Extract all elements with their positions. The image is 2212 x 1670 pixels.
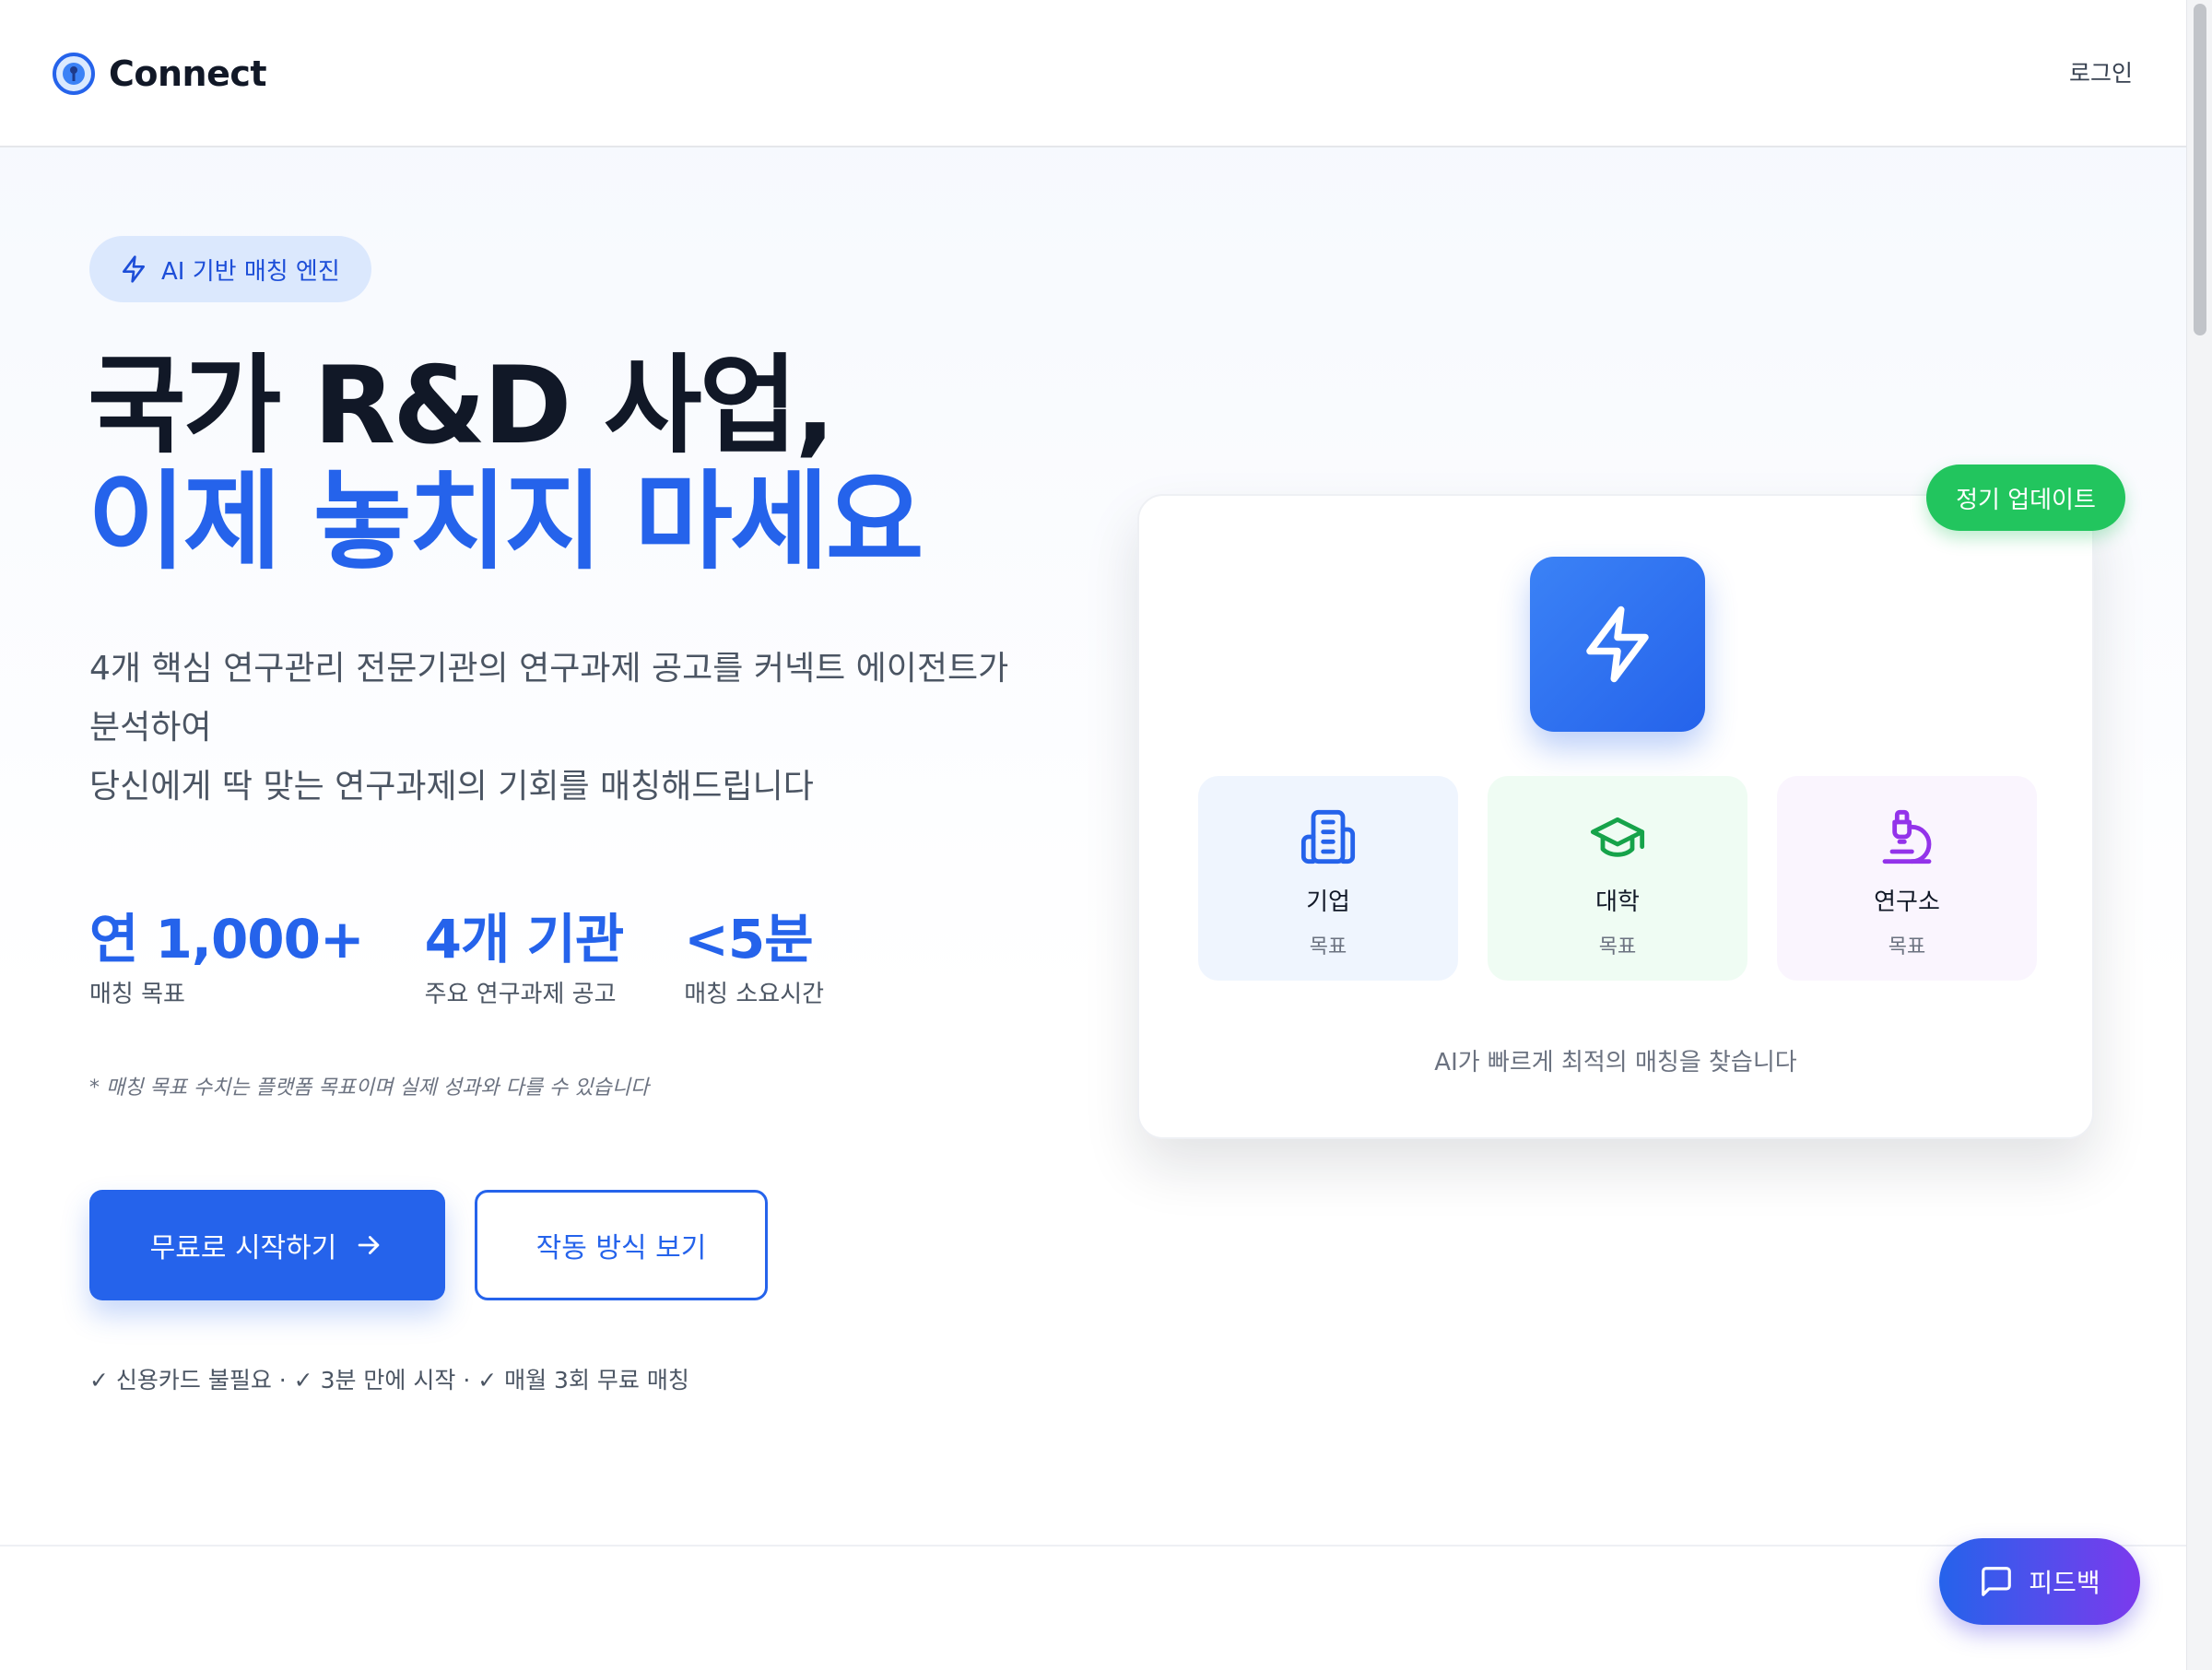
stat-value: <5분 xyxy=(684,908,813,970)
connect-logo-icon xyxy=(53,53,95,95)
ai-bolt-tile xyxy=(1530,557,1705,732)
stats-row: 연 1,000+ 매칭 목표 4개 기관 주요 연구과제 공고 <5분 매칭 소… xyxy=(89,907,885,1009)
lightning-icon xyxy=(123,255,145,283)
stats-disclaimer: * 매칭 목표 수치는 플랫폼 목표이며 실제 성과와 다를 수 있습니다 xyxy=(89,1076,650,1100)
top-navigation: Connect 로그인 xyxy=(0,0,2186,147)
target-research-institute: 연구소 목표 xyxy=(1777,776,2037,981)
feedback-label: 피드백 xyxy=(2029,1568,2100,1598)
page-scrollbar[interactable] xyxy=(2186,0,2212,1670)
target-university: 대학 목표 xyxy=(1488,776,1747,981)
target-sub: 목표 xyxy=(1598,935,1637,958)
stat-matching-goal: 연 1,000+ 매칭 목표 xyxy=(89,907,365,1009)
description-line-2: 분석하여 xyxy=(89,709,212,747)
brand-name: Connect xyxy=(109,53,267,94)
target-label: 기업 xyxy=(1306,888,1350,916)
arrow-right-icon xyxy=(359,1236,380,1254)
start-free-button[interactable]: 무료로 시작하기 xyxy=(89,1190,445,1300)
stat-matching-time: <5분 매칭 소요시간 xyxy=(684,907,824,1009)
target-sub: 목표 xyxy=(1309,935,1347,958)
login-link[interactable]: 로그인 xyxy=(2069,55,2133,88)
description-line-3: 당신에게 딱 맞는 연구과제의 기회를 매칭해드립니다 xyxy=(89,768,814,806)
feedback-button[interactable]: 피드백 xyxy=(1939,1538,2140,1625)
regular-update-badge: 정기 업데이트 xyxy=(1926,465,2125,531)
headline-line-1: 국가 R&D 사업, xyxy=(88,344,835,468)
ai-engine-badge: AI 기반 매칭 엔진 xyxy=(89,236,371,302)
description-line-1: 4개 핵심 연구관리 전문기관의 연구과제 공고를 커넥트 에이전트가 xyxy=(89,650,1009,688)
section-divider xyxy=(0,1545,2186,1547)
matching-preview-card: 기업 목표 대학 목표 연구소 목표 AI가 빠르게 최적의 매칭을 찾습니다 xyxy=(1137,494,2094,1139)
building-icon xyxy=(1300,809,1356,864)
start-free-label: 무료로 시작하기 xyxy=(149,1232,337,1264)
stat-value: 4개 기관 xyxy=(424,908,625,970)
chat-bubble-icon xyxy=(1982,1567,2012,1596)
landing-page: Connect 로그인 AI 기반 매칭 엔진 국가 R&D 사업, 이제 놓치… xyxy=(0,0,2186,1670)
scrollbar-thumb[interactable] xyxy=(2194,4,2206,335)
card-caption: AI가 빠르게 최적의 매칭을 찾습니다 xyxy=(1434,1049,1797,1076)
hero-description: 4개 핵심 연구관리 전문기관의 연구과제 공고를 커넥트 에이전트가 분석하여… xyxy=(89,640,1066,817)
stat-label: 주요 연구과제 공고 xyxy=(424,981,617,1008)
lightning-icon xyxy=(1586,606,1649,683)
benefit-checklist: ✓ 신용카드 불필요 · ✓ 3분 만에 시작 · ✓ 매월 3회 무료 매칭 xyxy=(89,1367,689,1394)
target-sub: 목표 xyxy=(1888,935,1926,958)
stat-agencies: 4개 기관 주요 연구과제 공고 xyxy=(424,907,625,1009)
graduation-cap-icon xyxy=(1590,817,1645,857)
target-label: 대학 xyxy=(1595,888,1640,916)
headline-line-2: 이제 놓치지 마세요 xyxy=(88,460,924,584)
stat-label: 매칭 목표 xyxy=(89,981,185,1008)
stat-label: 매칭 소요시간 xyxy=(684,981,825,1008)
brand-logo[interactable]: Connect xyxy=(52,52,267,96)
target-label: 연구소 xyxy=(1874,888,1940,916)
how-it-works-button[interactable]: 작동 방식 보기 xyxy=(475,1190,768,1300)
ai-badge-label: AI 기반 매칭 엔진 xyxy=(161,257,340,286)
target-company: 기업 목표 xyxy=(1198,776,1458,981)
microscope-icon xyxy=(1882,809,1932,864)
hero-headline: 국가 R&D 사업, 이제 놓치지 마세요 xyxy=(88,344,924,584)
stat-value: 연 1,000+ xyxy=(89,908,365,970)
